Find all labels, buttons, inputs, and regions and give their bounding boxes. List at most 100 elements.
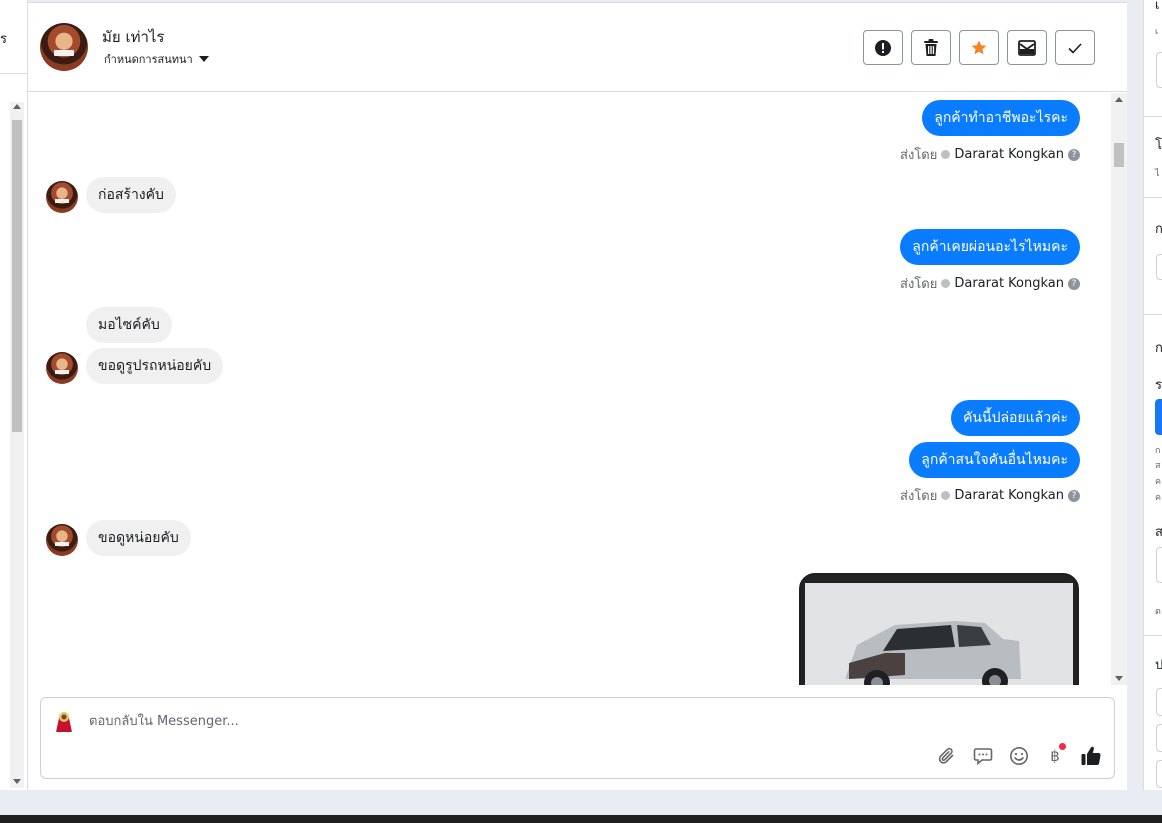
assign-label: กำหนดการสนทนา bbox=[104, 53, 193, 66]
scroll-up-arrow-icon[interactable] bbox=[1115, 97, 1123, 102]
scroll-up-arrow-icon[interactable] bbox=[13, 104, 21, 109]
message-incoming[interactable]: ขอดูหน่อยคับ bbox=[86, 520, 191, 556]
check-icon bbox=[1068, 42, 1082, 54]
contact-avatar-small[interactable] bbox=[46, 181, 78, 213]
verified-icon bbox=[941, 150, 951, 159]
sent-by-prefix: ส่งโดย bbox=[900, 277, 938, 292]
details-cut-text: เ bbox=[1155, 0, 1160, 13]
list-item-cut-text: ร bbox=[0, 32, 7, 47]
done-button[interactable] bbox=[1055, 30, 1095, 65]
star-icon bbox=[971, 40, 987, 54]
contact-avatar-small[interactable] bbox=[46, 524, 78, 556]
page-avatar bbox=[50, 706, 78, 734]
help-icon[interactable]: ? bbox=[1068, 489, 1080, 502]
thumbs-up-icon bbox=[1081, 746, 1101, 766]
scroll-down-arrow-icon[interactable] bbox=[1115, 676, 1123, 681]
list-divider bbox=[0, 73, 28, 74]
contact-name[interactable]: มัย เท่าไร bbox=[102, 25, 164, 49]
details-cut-text: ส bbox=[1155, 461, 1161, 471]
message-incoming[interactable]: มอไซค์คับ bbox=[86, 307, 172, 343]
details-divider bbox=[1144, 116, 1162, 117]
chat-panel: มัย เท่าไร กำหนดการสนทนา ลูกค้าทำอาชีพอะ… bbox=[28, 0, 1127, 790]
sent-by-prefix: ส่งโดย bbox=[900, 148, 938, 163]
sent-by-meta: ส่งโดย Dararat Kongkan ? bbox=[900, 273, 1080, 294]
assign-conversation-dropdown[interactable]: กำหนดการสนทนา bbox=[104, 50, 209, 68]
window-bottom-area bbox=[0, 790, 1162, 815]
chat-bubble-icon bbox=[973, 748, 993, 766]
attach-button[interactable] bbox=[936, 745, 958, 767]
list-scrollbar[interactable] bbox=[10, 102, 24, 788]
reply-composer: ฿ bbox=[40, 697, 1115, 779]
details-input[interactable] bbox=[1156, 547, 1162, 583]
contact-avatar[interactable] bbox=[40, 23, 88, 71]
details-input[interactable] bbox=[1156, 724, 1162, 752]
like-button[interactable] bbox=[1080, 745, 1102, 767]
mark-unread-button[interactable] bbox=[1007, 30, 1047, 65]
message-outgoing[interactable]: ลูกค้าสนใจคันอื่นไหมคะ bbox=[909, 442, 1080, 478]
message-outgoing[interactable]: ลูกค้าเคยผ่อนอะไรไหมคะ bbox=[900, 229, 1080, 265]
details-divider bbox=[1144, 314, 1162, 315]
verified-icon bbox=[941, 279, 951, 288]
details-cut-text: ป bbox=[1155, 654, 1162, 675]
composer-tools: ฿ bbox=[936, 743, 1102, 767]
message-outgoing[interactable]: คันนี้ปล่อยแล้วค่ะ bbox=[951, 400, 1080, 436]
details-cut-text: ส bbox=[1155, 521, 1162, 542]
details-input[interactable] bbox=[1156, 52, 1162, 88]
help-icon[interactable]: ? bbox=[1068, 148, 1080, 161]
details-cut-text: โ bbox=[1155, 138, 1162, 153]
panel-gutter bbox=[1127, 0, 1143, 790]
scrollbar-thumb[interactable] bbox=[12, 120, 22, 432]
details-cut-text: ก bbox=[1155, 446, 1161, 456]
trash-icon bbox=[924, 38, 938, 56]
emoji-button[interactable] bbox=[1008, 745, 1030, 767]
image-message[interactable] bbox=[799, 573, 1079, 685]
contact-avatar-small[interactable] bbox=[46, 352, 78, 384]
star-button[interactable] bbox=[959, 30, 999, 65]
spam-button[interactable] bbox=[863, 30, 903, 65]
sender-name: Dararat Kongkan bbox=[954, 147, 1064, 162]
baht-icon: ฿ bbox=[1050, 747, 1060, 765]
conversation-list-edge: ร bbox=[0, 0, 28, 790]
details-cut-text: ค bbox=[1155, 477, 1162, 487]
details-cut-text: ต bbox=[1155, 607, 1161, 617]
details-cut-text: ร bbox=[1155, 378, 1162, 393]
sender-name: Dararat Kongkan bbox=[954, 276, 1064, 291]
reply-input[interactable] bbox=[89, 710, 949, 732]
alert-icon bbox=[875, 39, 891, 56]
details-input[interactable] bbox=[1156, 760, 1162, 788]
details-select[interactable] bbox=[1156, 254, 1162, 280]
details-cut-text: เ bbox=[1155, 27, 1159, 37]
notification-dot bbox=[1059, 743, 1066, 750]
sender-name: Dararat Kongkan bbox=[954, 488, 1064, 503]
header-actions bbox=[863, 30, 1095, 65]
message-outgoing[interactable]: ลูกค้าทำอาชีพอะไรคะ bbox=[922, 100, 1080, 136]
payment-button[interactable]: ฿ bbox=[1044, 743, 1066, 767]
details-cut-text: ไ bbox=[1155, 169, 1160, 179]
pickup-truck-image bbox=[805, 583, 1073, 685]
sent-by-meta: ส่งโดย Dararat Kongkan ? bbox=[900, 485, 1080, 506]
saved-replies-button[interactable] bbox=[972, 745, 994, 767]
details-cut-text: ค bbox=[1155, 493, 1162, 503]
help-icon[interactable]: ? bbox=[1068, 277, 1080, 290]
details-cut-text: ก bbox=[1155, 337, 1162, 358]
verified-icon bbox=[941, 491, 951, 500]
details-divider bbox=[1144, 197, 1162, 198]
sent-by-prefix: ส่งโดย bbox=[900, 489, 938, 504]
scroll-down-arrow-icon[interactable] bbox=[13, 779, 21, 784]
details-panel: เ เ โ ไ ก ก ร ก ส ค ค ส ต ป bbox=[1143, 0, 1162, 790]
details-divider bbox=[1144, 635, 1162, 636]
message-incoming[interactable]: ขอดูรูปรถหน่อยคับ bbox=[86, 348, 224, 384]
details-input[interactable] bbox=[1156, 688, 1162, 716]
message-scrollbar[interactable] bbox=[1111, 93, 1127, 685]
page-logo-icon bbox=[50, 706, 78, 734]
envelope-icon bbox=[1018, 39, 1036, 56]
taskbar bbox=[0, 815, 1162, 823]
delete-button[interactable] bbox=[911, 30, 951, 65]
paperclip-icon bbox=[938, 747, 954, 764]
message-incoming[interactable]: ก่อสร้างคับ bbox=[86, 177, 176, 213]
car-photo bbox=[805, 583, 1073, 685]
details-primary-button[interactable] bbox=[1155, 399, 1162, 435]
details-cut-text: ก bbox=[1155, 218, 1162, 239]
scrollbar-thumb[interactable] bbox=[1114, 143, 1124, 167]
caret-down-icon bbox=[198, 56, 209, 62]
